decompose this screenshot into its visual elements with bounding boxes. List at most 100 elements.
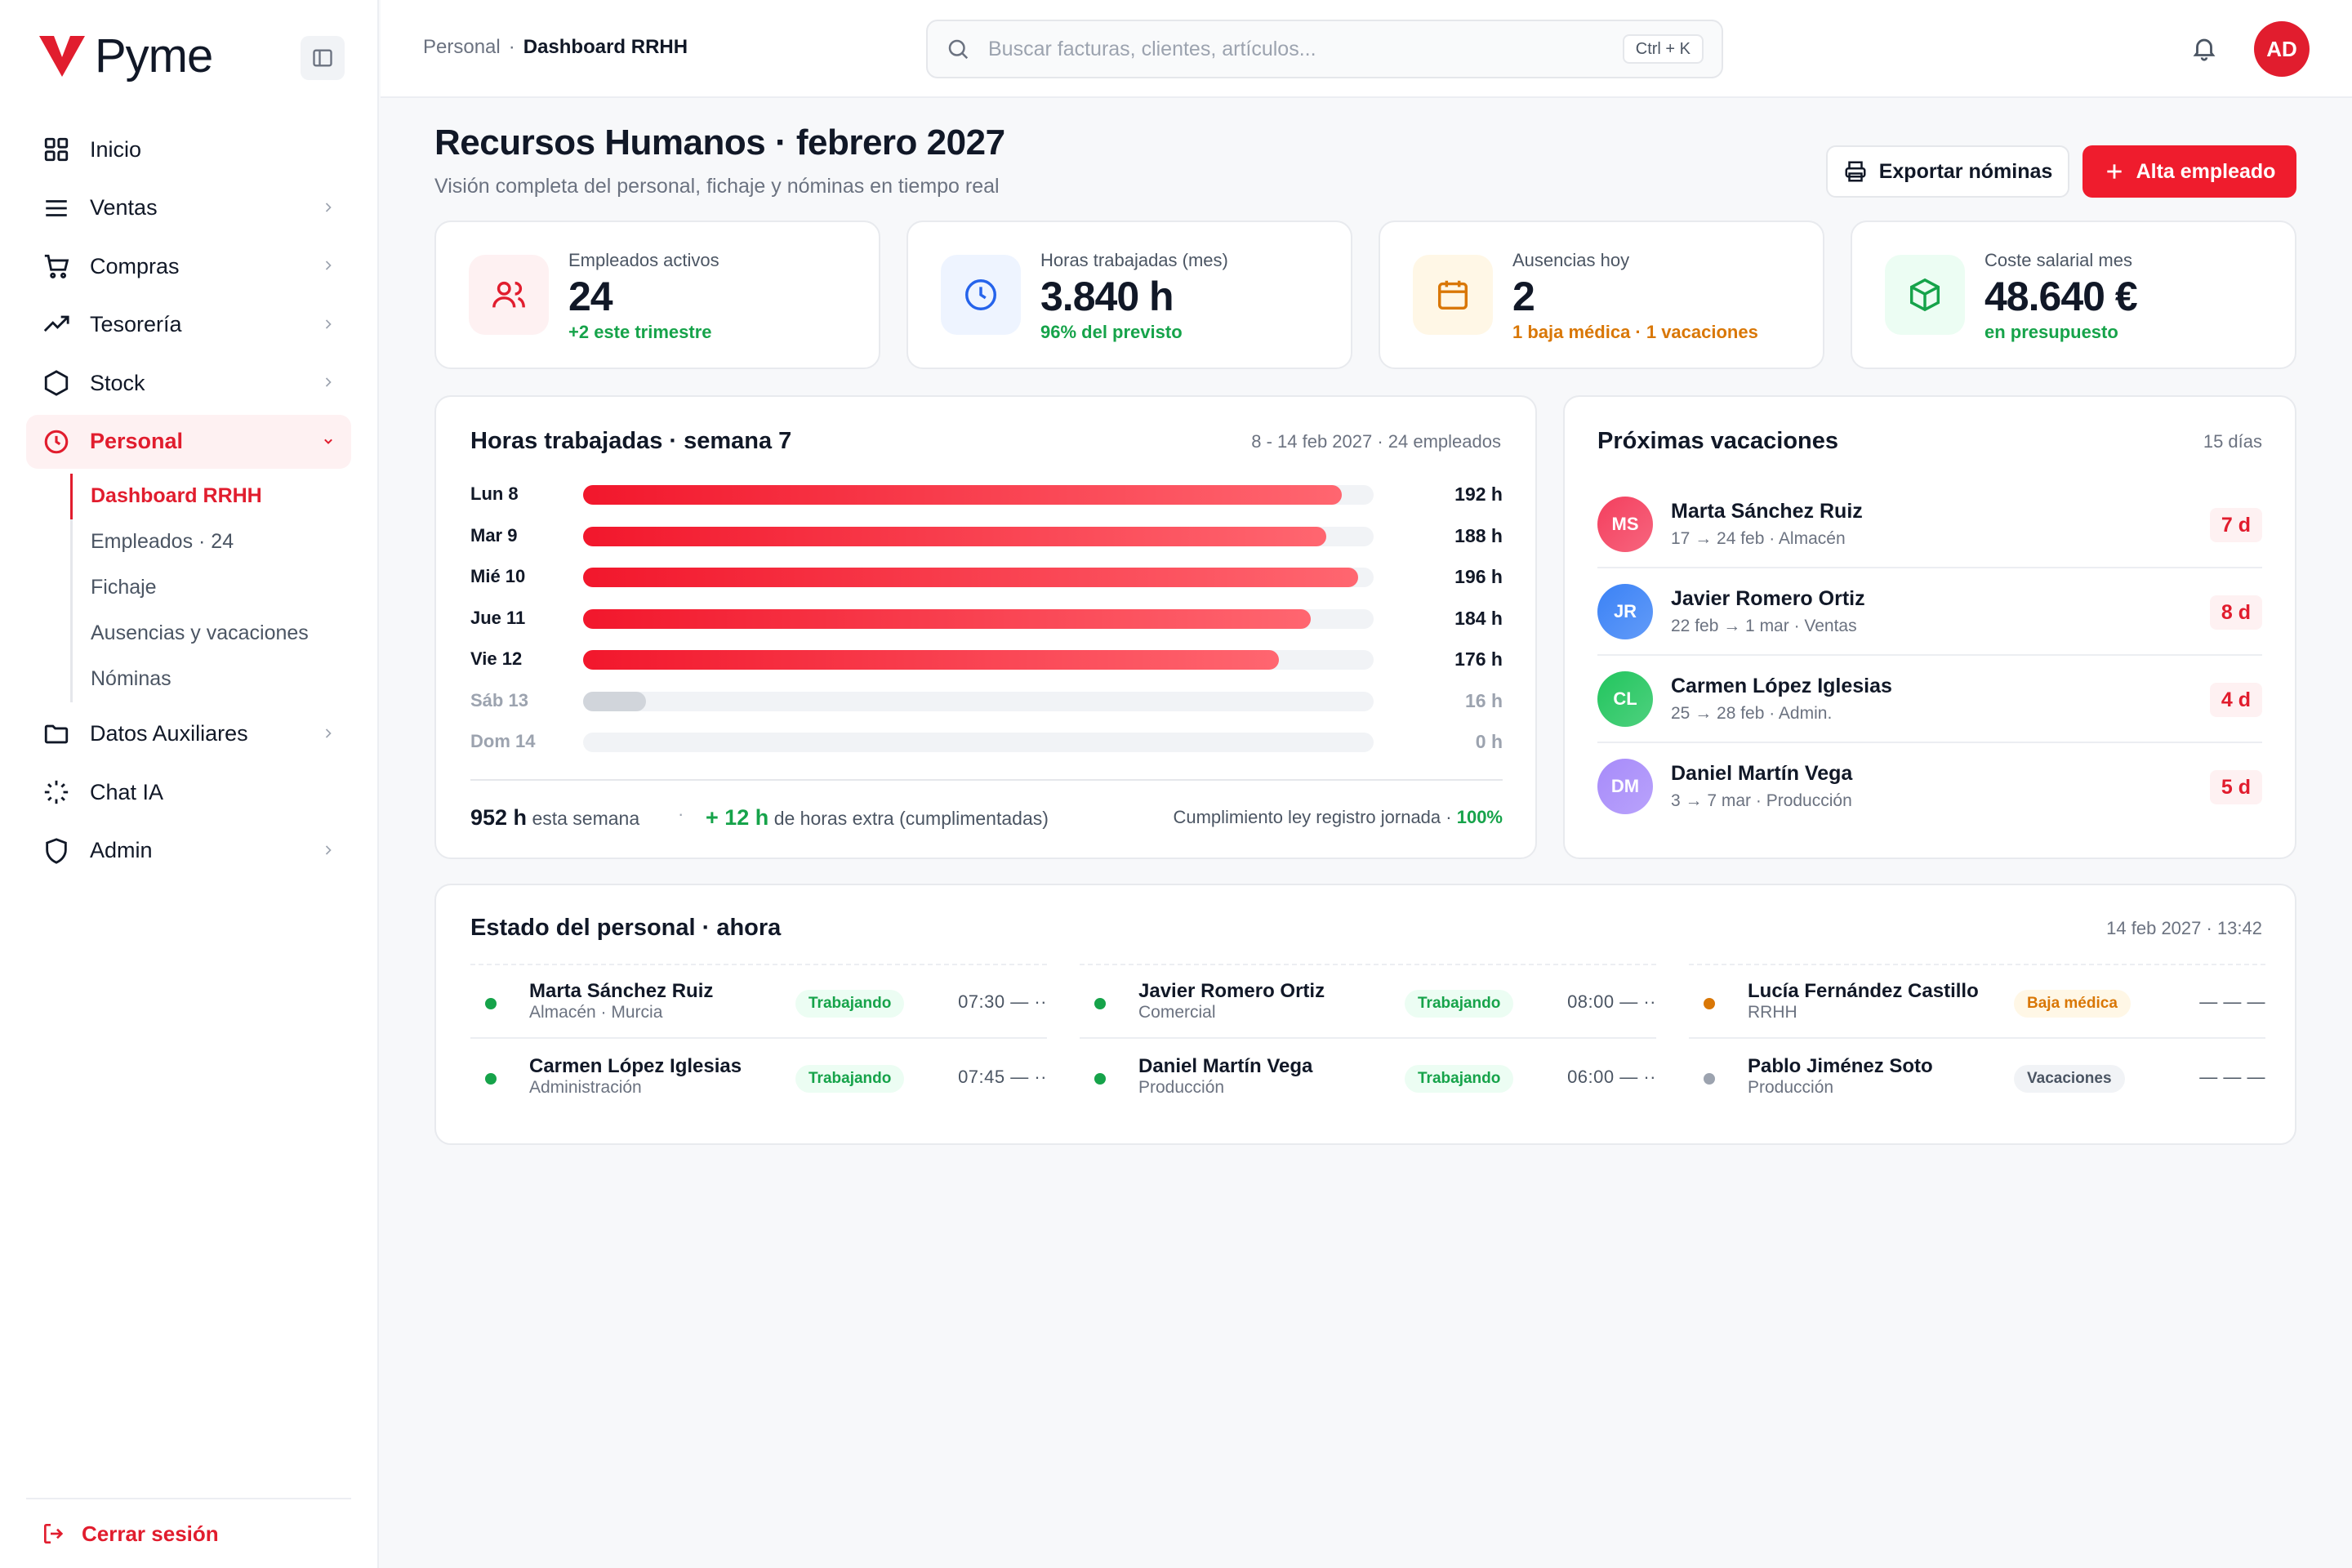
hours-day-label: Mié 10 [470, 566, 526, 586]
subnav-nominas[interactable]: Nóminas [73, 657, 351, 702]
hours-title: Horas trabajadas · semana 7 [470, 428, 792, 454]
hours-value: 176 h [1454, 648, 1503, 670]
kpi-card: Empleados activos 24 +2 este trimestre [434, 220, 880, 369]
clock-icon [42, 428, 70, 456]
vacation-days-badge: 5 d [2209, 770, 2262, 804]
avatar: DM [1597, 759, 1653, 814]
hours-bar [583, 650, 1279, 670]
sidebar-item-tesoreria[interactable]: Tesorería [26, 298, 351, 352]
hours-day-label: Sáb 13 [470, 689, 528, 710]
staff-item[interactable]: Pablo Jiménez Soto Producción Vacaciones — … [1689, 1040, 2265, 1116]
staff-department: Comercial [1138, 1003, 1216, 1022]
law-compliance: Cumplimiento ley registro jornada · 100% [1173, 807, 1503, 828]
staff-department: RRHH [1748, 1003, 1797, 1022]
export-payroll-button[interactable]: Exportar nóminas [1826, 145, 2069, 198]
hours-bar-track [583, 485, 1374, 505]
vacations-meta: 15 días [2203, 431, 2262, 452]
staff-item[interactable]: Carmen López Iglesias Administración Traba… [470, 1040, 1047, 1116]
chevron-right-icon [320, 257, 336, 274]
vacation-item[interactable]: DM Daniel Martín Vega 3 → 7 mar · Producci… [1597, 744, 2262, 831]
vacation-item[interactable]: CL Carmen López Iglesias 25 → 28 feb · Adm… [1597, 657, 2262, 743]
vacation-detail: 3 → 7 mar · Producción [1671, 791, 1852, 810]
hours-row: Mié 10 196 h [470, 561, 1503, 594]
printer-icon [1843, 159, 1868, 184]
search-shortcut: Ctrl + K [1622, 34, 1704, 64]
kpi-icon-box [469, 255, 549, 335]
sidebar-item-stock[interactable]: Stock [26, 356, 351, 410]
sidebar-item-personal[interactable]: Personal [26, 414, 351, 469]
status-dot [1094, 998, 1106, 1009]
sidebar-item-admin[interactable]: Admin [26, 824, 351, 878]
chevron-down-icon [320, 433, 336, 449]
hours-day-label: Dom 14 [470, 731, 536, 751]
subnav-fichaje[interactable]: Fichaje [73, 565, 351, 611]
hours-bar-track [583, 650, 1374, 670]
sidebar-collapse-button[interactable] [301, 36, 345, 80]
staff-item[interactable]: Javier Romero Ortiz Comercial Trabajando 08… [1080, 964, 1656, 1039]
add-employee-button[interactable]: Alta empleado [2082, 145, 2296, 198]
sidebar-item-inicio[interactable]: Inicio [26, 122, 351, 176]
sidebar-item-ventas[interactable]: Ventas [26, 181, 351, 235]
subnav-dashboard-rrhh[interactable]: Dashboard RRHH [70, 473, 351, 519]
chevron-right-icon [320, 374, 336, 390]
hexagon-icon [42, 369, 70, 397]
vacation-days-badge: 8 d [2209, 595, 2262, 630]
staff-name: Lucía Fernández Castillo [1748, 980, 1979, 1002]
logout-icon [41, 1521, 67, 1547]
staff-item[interactable]: Marta Sánchez Ruiz Almacén · Murcia Trabaj… [470, 964, 1047, 1039]
sidebar-item-compras[interactable]: Compras [26, 239, 351, 293]
kpi-card: Coste salarial mes 48.640 € en presupues… [1851, 220, 2296, 369]
brand-logo[interactable]: Pyme [38, 29, 213, 82]
export-payroll-label: Exportar nóminas [1878, 159, 2053, 183]
sidebar-item-label: Admin [90, 838, 153, 862]
status-badge: Baja médica [2014, 990, 2131, 1018]
hours-bar-track [583, 691, 1374, 711]
bell-icon[interactable] [2190, 34, 2218, 62]
staff-item[interactable]: Lucía Fernández Castillo RRHH Baja médica —… [1689, 964, 2265, 1039]
kpi-label: Ausencias hoy [1512, 250, 1630, 270]
staff-time: 07:30 — ·· [958, 991, 1047, 1012]
breadcrumb-parent[interactable]: Personal [423, 36, 501, 59]
search-input[interactable]: Buscar facturas, clientes, artículos... … [926, 20, 1723, 78]
add-employee-label: Alta empleado [2136, 159, 2276, 183]
vacations-card: Próximas vacaciones 15 días MS Marta Sánc… [1563, 395, 2296, 859]
hours-total: 952 h esta semana [470, 805, 639, 831]
vacation-detail: 22 feb → 1 mar · Ventas [1671, 617, 1857, 635]
status-dot [1094, 1073, 1106, 1085]
vacation-item[interactable]: MS Marta Sánchez Ruiz 17 → 24 feb · Almacé… [1597, 482, 2262, 568]
vacation-days-badge: 7 d [2209, 508, 2262, 542]
sidebar-item-datos-auxiliares[interactable]: Datos Auxiliares [26, 707, 351, 761]
logo-mark-icon [39, 36, 85, 77]
kpi-label: Horas trabajadas (mes) [1040, 250, 1228, 270]
folder-icon [42, 720, 70, 748]
subnav-empleados[interactable]: Empleados · 24 [73, 519, 351, 565]
sidebar-item-label: Inicio [90, 136, 142, 162]
hours-day-label: Lun 8 [470, 483, 519, 504]
sidebar-item-label: Chat IA [90, 779, 164, 804]
staff-time: 07:45 — ·· [958, 1067, 1047, 1087]
panel-left-icon [311, 47, 334, 69]
chevron-right-icon [320, 842, 336, 858]
trend-icon [42, 311, 70, 339]
vacation-employee-name: Daniel Martín Vega [1671, 762, 1853, 785]
staff-item[interactable]: Daniel Martín Vega Producción Trabajando 06… [1080, 1040, 1656, 1116]
vacation-item[interactable]: JR Javier Romero Ortiz 22 feb → 1 mar · Ve… [1597, 569, 2262, 656]
hours-bar-track [583, 733, 1374, 752]
sidebar-item-label: Compras [90, 253, 180, 278]
hours-day-label: Vie 12 [470, 648, 523, 669]
sidebar-item-chat-ia[interactable]: Chat IA [26, 765, 351, 819]
hours-row: Vie 12 176 h [470, 644, 1503, 676]
chevron-right-icon [320, 725, 336, 742]
hours-value: 196 h [1454, 566, 1503, 587]
kpi-label: Coste salarial mes [1984, 250, 2132, 270]
hours-row: Jue 11 184 h [470, 603, 1503, 635]
clock-icon [962, 276, 1000, 314]
logout-button[interactable]: Cerrar sesión [26, 1498, 351, 1568]
subnav-ausencias[interactable]: Ausencias y vacaciones [73, 611, 351, 657]
kpi-icon-box [1413, 255, 1493, 335]
law-compliance-text: Cumplimiento ley registro jornada · [1173, 807, 1452, 827]
hours-row: Dom 14 0 h [470, 726, 1503, 759]
user-avatar[interactable]: AD [2254, 21, 2310, 77]
kpi-value: 24 [568, 274, 613, 319]
breadcrumb-current: Dashboard RRHH [523, 36, 688, 58]
